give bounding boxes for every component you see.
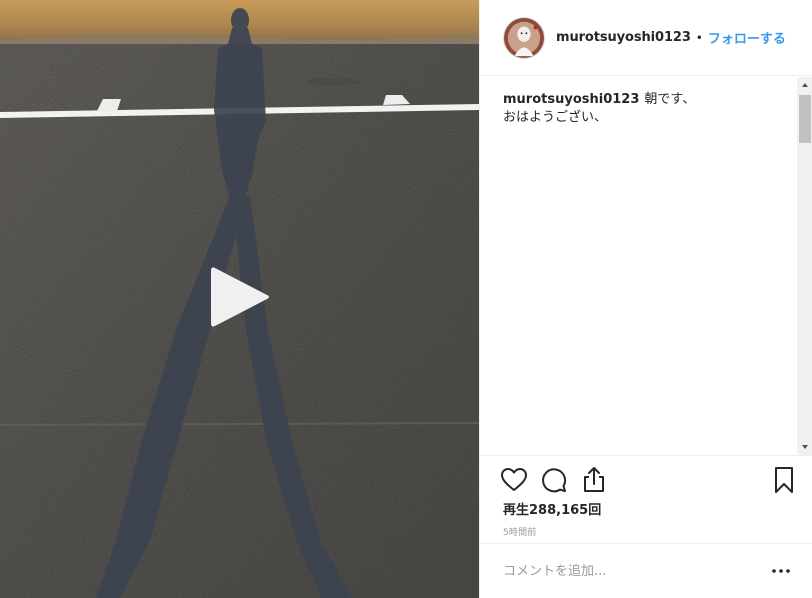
header-text: murotsuyoshi0123 • フォローする (556, 28, 786, 47)
action-icons (499, 465, 799, 495)
comments-scrollbar[interactable] (797, 77, 812, 455)
more-options-button[interactable] (771, 562, 791, 580)
play-count[interactable]: 再生288,165回 (503, 499, 601, 518)
post-timestamp[interactable]: 5時間前 (503, 525, 537, 538)
share-button[interactable] (579, 465, 609, 495)
post-header: murotsuyoshi0123 • フォローする (480, 0, 812, 76)
arrow-up-icon (802, 83, 808, 87)
separator-dot: • (695, 30, 703, 45)
media-pane[interactable] (0, 0, 479, 598)
caption-text-line2: おはようござい、 (503, 110, 608, 125)
scrollbar-thumb[interactable] (799, 95, 811, 143)
avatar[interactable] (503, 16, 545, 59)
follow-button[interactable]: フォローする (708, 28, 786, 47)
caption: murotsuyoshi0123 朝です、 おはようござい、 (503, 91, 788, 127)
avatar-image (504, 17, 544, 58)
save-button[interactable] (769, 465, 799, 495)
caption-username[interactable]: murotsuyoshi0123 (503, 92, 639, 107)
heart-icon (501, 468, 527, 491)
like-button[interactable] (499, 465, 529, 495)
username-link[interactable]: murotsuyoshi0123 (556, 30, 691, 45)
scroll-down-arrow[interactable] (797, 439, 812, 455)
bookmark-icon (775, 467, 793, 493)
comment-input[interactable] (503, 544, 743, 598)
more-icon (772, 569, 790, 573)
scroll-up-arrow[interactable] (797, 77, 812, 93)
arrow-down-icon (802, 445, 808, 449)
post-details-pane: murotsuyoshi0123 • フォローする murotsuyoshi01… (479, 0, 812, 598)
share-icon (584, 467, 604, 492)
action-bar: 再生288,165回 5時間前 (480, 455, 812, 538)
play-button[interactable] (205, 262, 275, 332)
comment-button[interactable] (539, 465, 569, 495)
comments-section[interactable]: murotsuyoshi0123 朝です、 おはようござい、 (480, 77, 812, 455)
play-icon (211, 267, 269, 327)
add-comment-bar (480, 543, 812, 598)
caption-text-line1: 朝です、 (644, 92, 696, 107)
comment-icon (542, 468, 567, 493)
